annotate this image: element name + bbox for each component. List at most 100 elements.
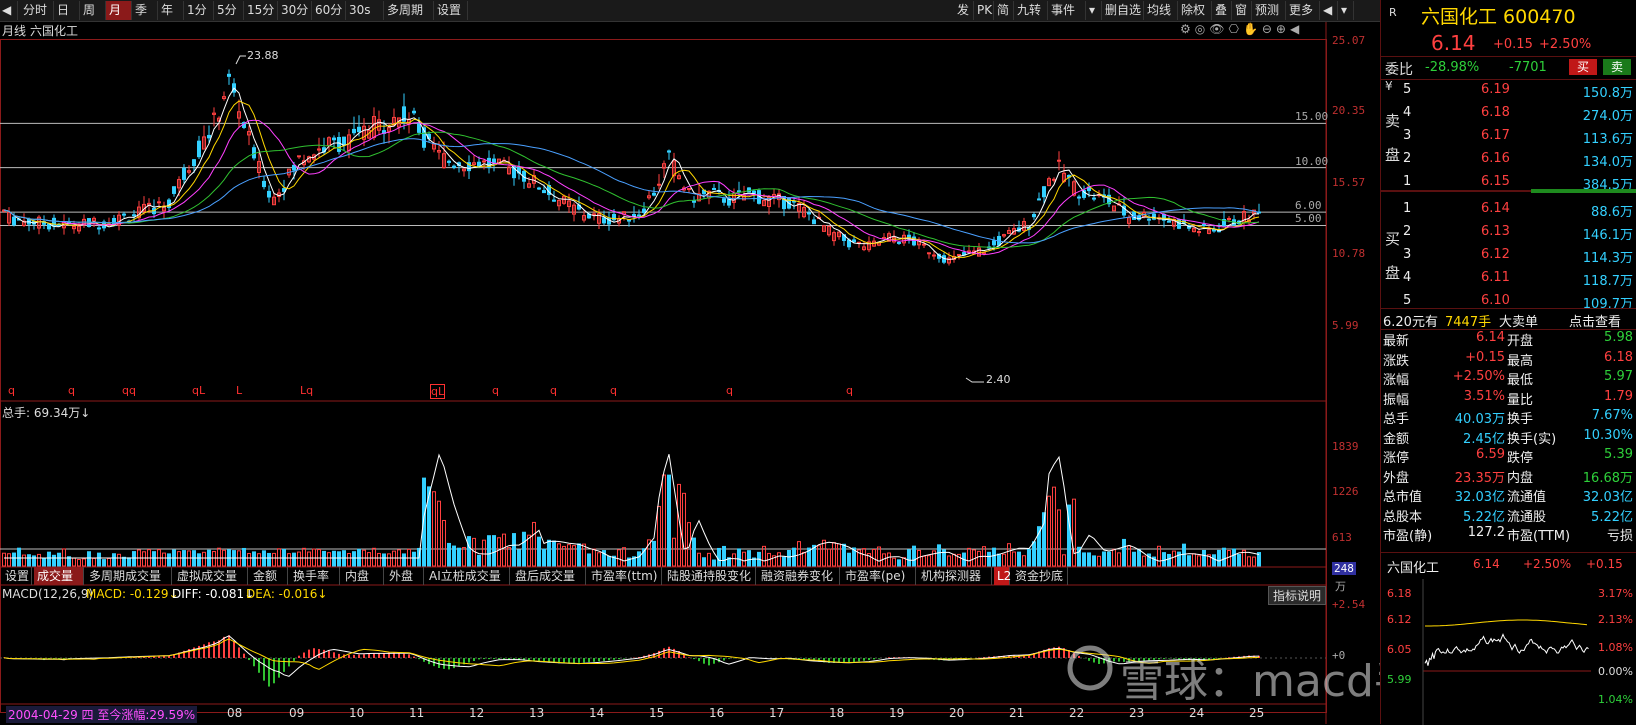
period-tab-11[interactable]: 30s: [346, 1, 384, 20]
moving-average-line: [3, 100, 1260, 258]
event-marker[interactable]: q: [846, 384, 853, 397]
toolbar-back-icon[interactable]: ◀: [0, 1, 18, 20]
stat-value: 5.98: [1604, 330, 1633, 345]
toolbar-right-7[interactable]: 除权: [1178, 1, 1212, 20]
indicator-tab-10[interactable]: 市盈率(ttm): [588, 567, 662, 585]
indicator-tab-14[interactable]: 机构探测器: [918, 567, 992, 585]
sell-level-row[interactable]: 5 6.19 150.8万: [1381, 79, 1636, 103]
buy-button[interactable]: 买: [1569, 59, 1597, 75]
period-tab-8[interactable]: 15分: [244, 1, 278, 20]
event-marker[interactable]: q: [726, 384, 733, 397]
candle-body: [922, 243, 926, 246]
event-marker[interactable]: q: [492, 384, 499, 397]
buy-level-row[interactable]: 3 6.12 114.3万: [1381, 244, 1636, 268]
stat-value: 127.2: [1467, 525, 1505, 540]
volume-bar: [837, 543, 841, 567]
volume-bar: [782, 556, 786, 567]
period-tab-3[interactable]: 月: [106, 1, 132, 20]
candle-body: [637, 214, 641, 217]
event-marker[interactable]: q: [68, 384, 75, 397]
toolbar-right-9[interactable]: 窗: [1232, 1, 1252, 20]
period-tab-12[interactable]: 多周期: [384, 1, 434, 20]
stat-label: 换手: [1507, 412, 1534, 427]
indicator-help-button[interactable]: 指标说明: [1268, 586, 1327, 605]
indicator-tab-2[interactable]: 多周期成交量: [86, 567, 172, 585]
candle-body: [452, 165, 456, 169]
period-tab-6[interactable]: 1分: [184, 1, 214, 20]
volume-bar: [387, 553, 391, 567]
candle-body: [807, 212, 811, 215]
toolbar-right-11[interactable]: 更多: [1286, 1, 1320, 20]
period-tab-2[interactable]: 周: [80, 1, 106, 20]
indicator-tab-9[interactable]: 盘后成交量: [512, 567, 586, 585]
mini-intraday-chart[interactable]: [1381, 553, 1636, 725]
period-tab-0[interactable]: 分时: [20, 1, 54, 20]
toolbar-right-2[interactable]: 简: [994, 1, 1014, 20]
event-marker[interactable]: Lq: [300, 384, 313, 397]
candle-body: [292, 164, 296, 171]
indicator-tab-13[interactable]: 市盈率(pe): [842, 567, 916, 585]
volume-bar: [52, 554, 56, 567]
period-tab-1[interactable]: 日: [54, 1, 80, 20]
period-tab-7[interactable]: 5分: [214, 1, 244, 20]
high-annotation: 23.88: [247, 49, 279, 62]
buy-level-row[interactable]: 4 6.11 118.7万: [1381, 267, 1636, 291]
indicator-tab-8[interactable]: AI立桩成交量: [426, 567, 510, 585]
period-tab-9[interactable]: 30分: [278, 1, 312, 20]
indicator-tab-16[interactable]: 资金抄底: [1012, 567, 1068, 585]
volume-bar: [997, 553, 1001, 567]
time-axis-label: 12: [469, 706, 485, 720]
toolbar-right-1[interactable]: PK: [974, 1, 994, 20]
indicator-tab-3[interactable]: 虚拟成交量: [174, 567, 248, 585]
event-marker[interactable]: q: [610, 384, 617, 397]
volume-bar: [42, 558, 46, 567]
sell-button[interactable]: 卖: [1603, 59, 1631, 75]
event-marker[interactable]: qq: [122, 384, 136, 397]
indicator-tab-5[interactable]: 换手率: [290, 567, 340, 585]
indicator-tab-12[interactable]: 融资融券变化: [758, 567, 840, 585]
event-marker[interactable]: qL: [192, 384, 205, 397]
volume-bar: [702, 557, 706, 567]
buy-level-row[interactable]: 2 6.13 146.1万: [1381, 221, 1636, 245]
sell-level-row[interactable]: 3 6.17 113.6万: [1381, 125, 1636, 149]
toolbar-right-3[interactable]: 九转: [1014, 1, 1048, 20]
volume-bar: [272, 552, 276, 567]
time-axis-label: 21: [1009, 706, 1025, 720]
big-order-view-link[interactable]: 点击查看: [1569, 311, 1621, 330]
toolbar-right-0[interactable]: 发: [954, 1, 974, 20]
event-marker[interactable]: qL: [430, 384, 446, 399]
sell-level-row[interactable]: 2 6.16 134.0万: [1381, 148, 1636, 172]
volume-bar: [292, 552, 296, 567]
toolbar-right-6[interactable]: 均线: [1144, 1, 1178, 20]
toolbar-more-icon[interactable]: ▾: [1338, 1, 1354, 20]
event-marker[interactable]: q: [550, 384, 557, 397]
indicator-tab-0[interactable]: 设置: [2, 567, 32, 585]
indicator-tab-15[interactable]: L2: [994, 567, 1011, 585]
indicator-tab-11[interactable]: 陆股通持股变化: [664, 567, 756, 585]
toolbar-right-5[interactable]: 删自选: [1102, 1, 1144, 20]
event-marker[interactable]: q: [8, 384, 15, 397]
volume-bar: [327, 552, 331, 567]
event-dropdown-icon[interactable]: ▾: [1086, 1, 1102, 20]
period-tab-4[interactable]: 季: [132, 1, 158, 20]
sell-level-row[interactable]: 4 6.18 274.0万: [1381, 102, 1636, 126]
period-tab-5[interactable]: 年: [158, 1, 184, 20]
candle-body: [412, 110, 416, 114]
toolbar-prev-icon[interactable]: ◀: [1320, 1, 1338, 20]
volume-bar: [1252, 556, 1256, 567]
toolbar-right-8[interactable]: 叠: [1212, 1, 1232, 20]
weibi-label: 委比: [1385, 62, 1413, 78]
toolbar-right-4[interactable]: 事件: [1048, 1, 1086, 20]
event-marker[interactable]: L: [236, 384, 242, 397]
period-tab-10[interactable]: 60分: [312, 1, 346, 20]
indicator-tab-6[interactable]: 内盘: [342, 567, 384, 585]
indicator-tab-4[interactable]: 金额: [250, 567, 288, 585]
stat-value: 23.35万: [1454, 470, 1505, 486]
toolbar-right-10[interactable]: 预测: [1252, 1, 1286, 20]
chart-tool-icons[interactable]: ⚙◎👁⎔✋⊖⊕◀: [1180, 22, 1303, 36]
indicator-tab-1[interactable]: 成交量: [34, 567, 84, 585]
volume-bar: [922, 555, 926, 567]
period-tab-13[interactable]: 设置: [434, 1, 468, 20]
buy-level-row[interactable]: 1 6.14 88.6万: [1381, 198, 1636, 222]
indicator-tab-7[interactable]: 外盘: [386, 567, 424, 585]
